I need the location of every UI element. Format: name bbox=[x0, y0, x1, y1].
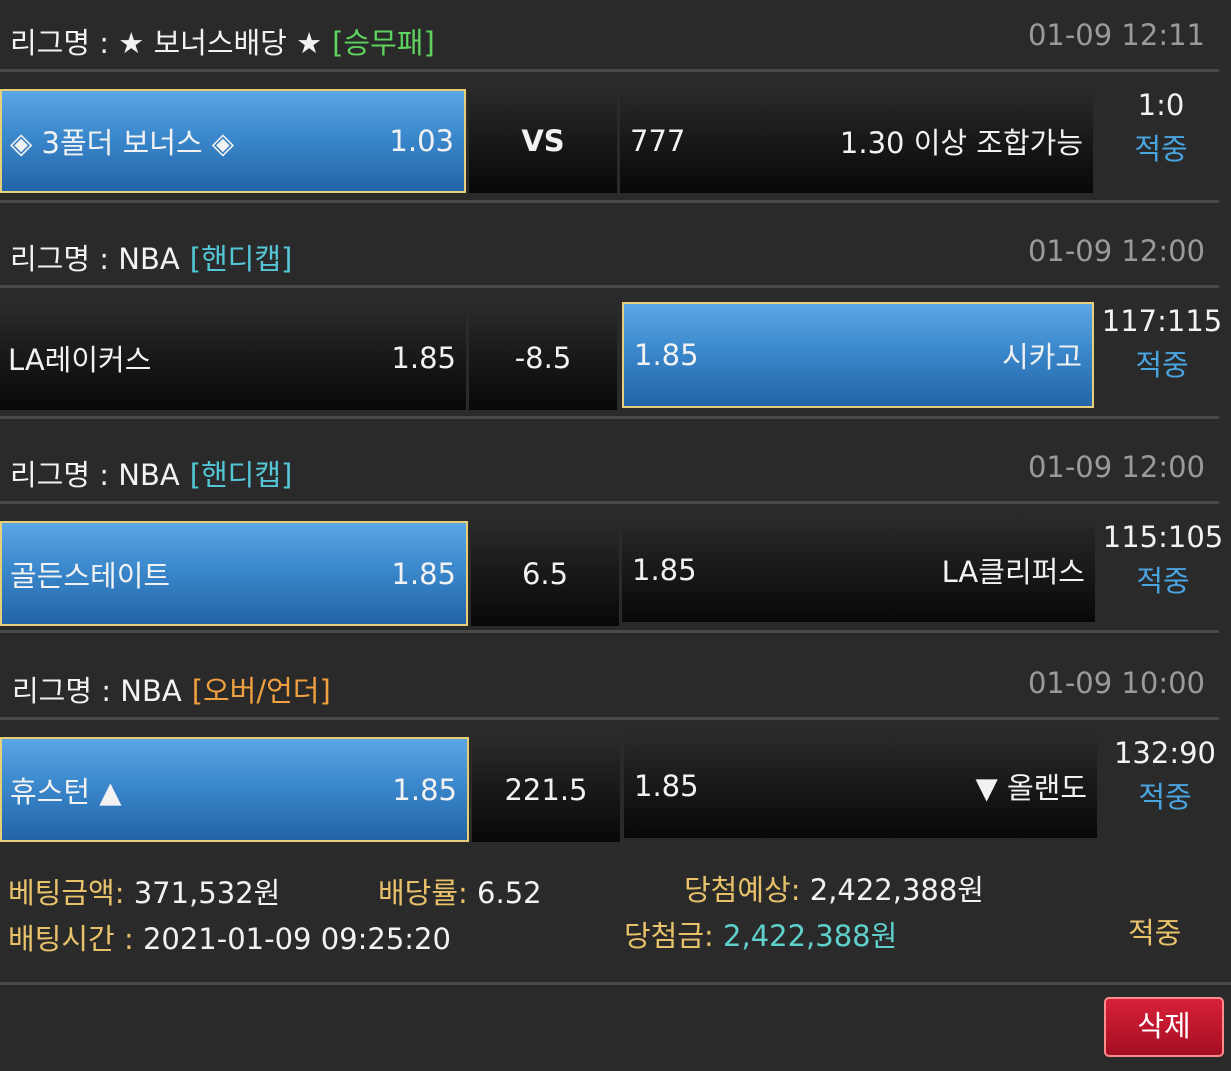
bet-type-label: [승무패] bbox=[332, 26, 435, 60]
league-header: 리그명 : NBA [핸디캡] 01-09 12:00 bbox=[0, 436, 1219, 504]
final-score: 115:105 bbox=[1102, 520, 1224, 554]
bet-time: 배팅시간 : 2021-01-09 09:25:20 bbox=[8, 916, 451, 958]
league-label: 리그명 : NBA bbox=[12, 674, 182, 708]
match-time: 01-09 12:00 bbox=[1027, 234, 1205, 268]
away-team-name: LA클리퍼스 bbox=[941, 555, 1085, 589]
bet-type-label: [오버/언더] bbox=[191, 674, 331, 708]
result-label: 적중 bbox=[1136, 564, 1190, 598]
bet-amount-value: 371,532원 bbox=[133, 876, 281, 910]
bet-time-value: 2021-01-09 09:25:20 bbox=[142, 922, 451, 956]
league-name: 리그명 : ★ 보너스배당 ★ [승무패] bbox=[10, 20, 435, 62]
score-result: 115:105 적중 bbox=[1095, 520, 1231, 600]
bet-type-label: [핸디캡] bbox=[189, 242, 293, 276]
league-header: 리그명 : ★ 보너스배당 ★ [승무패] 01-09 12:11 bbox=[0, 4, 1219, 72]
home-odds: 1.85 bbox=[391, 341, 456, 375]
odds-rate: 배당률: 6.52 bbox=[378, 870, 542, 912]
home-odds: 1.85 bbox=[392, 772, 457, 807]
home-odds: 1.03 bbox=[389, 124, 454, 158]
home-bet-option[interactable]: LA레이커스 1.85 bbox=[0, 306, 466, 410]
away-odds: 1.85 bbox=[634, 338, 699, 372]
home-bet-option[interactable]: 골든스테이트 1.85 bbox=[0, 521, 468, 626]
result-label: 적중 bbox=[1134, 132, 1188, 166]
middle-cell: 221.5 bbox=[472, 738, 620, 842]
score-result: 132:90 적중 bbox=[1097, 736, 1231, 816]
league-header: 리그명 : NBA [핸디캡] 01-09 12:00 bbox=[0, 220, 1219, 288]
league-name: 리그명 : NBA [핸디캡] bbox=[10, 452, 292, 494]
result-label: 적중 bbox=[1138, 780, 1192, 814]
away-bet-option[interactable]: 1.85 ▼ 올랜도 bbox=[624, 734, 1097, 838]
away-team-name: ▼ 올랜도 bbox=[975, 771, 1087, 805]
divider bbox=[0, 200, 1219, 203]
odds-rate-label: 배당률: bbox=[378, 876, 468, 910]
bet-amount: 베팅금액: 371,532원 bbox=[8, 870, 280, 912]
away-team-name: 1.30 이상 조합가능 bbox=[839, 126, 1083, 160]
score-result: 117:115 적중 bbox=[1094, 304, 1230, 384]
middle-cell: 6.5 bbox=[471, 522, 619, 626]
league-header: 리그명 : NBA [오버/언더] 01-09 10:00 bbox=[0, 652, 1219, 720]
bet-amount-label: 베팅금액: bbox=[8, 876, 125, 910]
handicap-value: -8.5 bbox=[514, 341, 572, 375]
over-under-line: 221.5 bbox=[504, 773, 588, 807]
bet-status: 적중 bbox=[1128, 916, 1182, 950]
final-score: 132:90 bbox=[1113, 736, 1217, 770]
divider bbox=[0, 982, 1231, 985]
divider bbox=[0, 416, 1219, 419]
home-team-name: ◈ 3폴더 보너스 ◈ bbox=[10, 126, 235, 160]
home-bet-option[interactable]: ◈ 3폴더 보너스 ◈ 1.03 bbox=[0, 89, 466, 193]
match-time: 01-09 12:11 bbox=[1027, 18, 1205, 52]
match-time: 01-09 10:00 bbox=[1027, 666, 1205, 700]
win-amount: 당첨금: 2,422,388원 bbox=[624, 913, 897, 955]
home-team-name: 휴스턴 ▲ bbox=[10, 774, 122, 809]
middle-cell: -8.5 bbox=[469, 306, 617, 410]
odds-rate-value: 6.52 bbox=[477, 876, 542, 910]
home-bet-option[interactable]: 휴스턴 ▲ 1.85 bbox=[0, 737, 469, 842]
away-odds: 777 bbox=[630, 124, 686, 158]
league-name: 리그명 : NBA [핸디캡] bbox=[10, 236, 292, 278]
handicap-value: 6.5 bbox=[521, 557, 569, 591]
home-odds: 1.85 bbox=[391, 556, 456, 591]
divider bbox=[0, 630, 1219, 633]
win-amount-value: 2,422,388원 bbox=[723, 919, 898, 953]
away-odds: 1.85 bbox=[634, 769, 699, 803]
expected-win-label: 당첨예상: bbox=[684, 873, 801, 907]
league-label: 리그명 : ★ 보너스배당 ★ bbox=[10, 26, 323, 60]
final-score: 1:0 bbox=[1137, 88, 1185, 122]
final-score: 117:115 bbox=[1101, 304, 1223, 338]
home-team-name: 골든스테이트 bbox=[10, 558, 171, 593]
home-team-name: LA레이커스 bbox=[8, 343, 152, 377]
away-team-name: 시카고 bbox=[1001, 340, 1082, 374]
delete-button[interactable]: 삭제 bbox=[1104, 997, 1224, 1057]
expected-win: 당첨예상: 2,422,388원 bbox=[684, 867, 984, 909]
expected-win-value: 2,422,388원 bbox=[809, 873, 984, 907]
away-bet-option[interactable]: 777 1.30 이상 조합가능 bbox=[620, 89, 1093, 193]
league-label: 리그명 : NBA bbox=[10, 458, 180, 492]
away-bet-option[interactable]: 1.85 시카고 bbox=[622, 302, 1094, 408]
score-result: 1:0 적중 bbox=[1093, 88, 1229, 168]
away-odds: 1.85 bbox=[632, 553, 697, 587]
bet-type-label: [핸디캡] bbox=[189, 458, 293, 492]
win-amount-label: 당첨금: bbox=[624, 919, 714, 953]
league-label: 리그명 : NBA bbox=[10, 242, 180, 276]
versus-label: VS bbox=[521, 124, 565, 158]
result-label: 적중 bbox=[1135, 348, 1189, 382]
middle-cell: VS bbox=[469, 89, 617, 193]
match-time: 01-09 12:00 bbox=[1027, 450, 1205, 484]
away-bet-option[interactable]: 1.85 LA클리퍼스 bbox=[622, 518, 1095, 622]
league-name: 리그명 : NBA [오버/언더] bbox=[12, 668, 331, 710]
bet-time-label: 배팅시간 : bbox=[8, 922, 134, 956]
